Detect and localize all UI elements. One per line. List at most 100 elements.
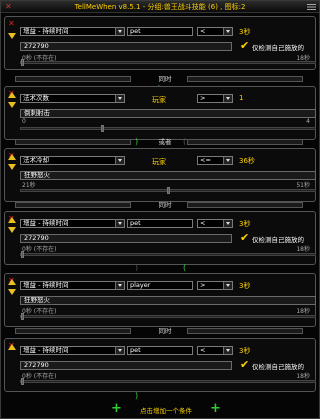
operator-dropdown[interactable]: <=: [197, 156, 233, 165]
condition-type-label: 增益 - 持续时间: [23, 27, 69, 35]
condition-type-dropdown[interactable]: 法术次数: [20, 94, 125, 103]
spell-name-field[interactable]: 狂野怒火: [20, 296, 316, 305]
close-paren[interactable]: ): [135, 137, 138, 147]
unit-input[interactable]: pet: [127, 219, 193, 228]
condition-row: ✕ 法术次数 玩家 > 1 倒刺射击 0 4: [4, 86, 316, 140]
operator-dropdown[interactable]: <: [197, 27, 233, 36]
checkmark-icon[interactable]: ✔: [240, 232, 249, 243]
slider-min-label: 21秒: [22, 182, 36, 189]
value-slider[interactable]: [20, 59, 316, 66]
condition-type-dropdown[interactable]: 法术冷却: [20, 156, 125, 165]
condition-type-dropdown[interactable]: 增益 - 持续时间: [20, 281, 125, 290]
operator-dropdown[interactable]: <: [197, 346, 233, 355]
conjunction-label: 同时: [158, 201, 172, 209]
condition-row: ✕ 增益 - 持续时间 pet < 3秒 272790 ✔ 仅检测自己施放的 0…: [4, 211, 316, 265]
value-slider[interactable]: [20, 125, 316, 132]
title-bar[interactable]: ✕ TellMeWhen v8.5.1 - 分组:兽王战斗技能 (6) , 图标…: [1, 1, 319, 13]
chevron-down-icon: [223, 347, 232, 354]
plus-icon[interactable]: +: [111, 402, 122, 415]
close-paren-disabled[interactable]: ): [135, 263, 138, 273]
conjunction-and[interactable]: ) (: [15, 263, 303, 273]
condition-row: ✕ 增益 - 持续时间 pet < 3秒 272790 ✔ 仅检测自己施放的 0…: [4, 16, 316, 70]
move-down-icon[interactable]: [8, 102, 16, 108]
condition-row: ✕ 法术冷却 玩家 <= 36秒 狂野怒火 21秒 51秒: [4, 148, 316, 202]
value-slider[interactable]: [20, 313, 316, 320]
slider-thumb[interactable]: [21, 378, 24, 385]
unit-label: 玩家: [152, 158, 166, 166]
slider-max-label: 18秒: [296, 373, 310, 380]
conjunction-and[interactable]: 同时: [15, 326, 303, 336]
move-up-icon[interactable]: [8, 217, 16, 223]
slider-thumb[interactable]: [21, 313, 24, 320]
slider-min-label: 0: [22, 118, 26, 125]
delete-condition-icon[interactable]: ✕: [8, 20, 15, 28]
slider-thumb[interactable]: [167, 187, 170, 194]
slider-max-label: 51秒: [296, 182, 310, 189]
operator-label: >: [200, 94, 206, 102]
checkmark-icon[interactable]: ✔: [240, 359, 249, 370]
slider-thumb[interactable]: [21, 251, 24, 258]
chevron-down-icon: [115, 95, 124, 102]
conjunction-and[interactable]: 同时: [15, 200, 303, 210]
move-up-icon[interactable]: [8, 154, 16, 160]
condition-type-dropdown[interactable]: 增益 - 持续时间: [20, 27, 125, 36]
move-down-icon[interactable]: [8, 289, 16, 295]
chevron-down-icon: [223, 220, 232, 227]
move-down-icon[interactable]: [8, 227, 16, 233]
resize-grip-icon[interactable]: [307, 3, 316, 11]
operator-dropdown[interactable]: <: [197, 219, 233, 228]
conjunction-label: 或者: [158, 138, 172, 146]
slider-thumb[interactable]: [21, 59, 24, 66]
spell-id-field[interactable]: 272790: [20, 234, 232, 243]
move-down-icon[interactable]: [8, 33, 16, 39]
close-paren[interactable]: ): [135, 391, 138, 401]
condition-value: 36秒: [239, 157, 255, 165]
operator-label: <: [200, 346, 206, 354]
open-paren[interactable]: (: [183, 263, 186, 273]
condition-type-dropdown[interactable]: 增益 - 持续时间: [20, 346, 125, 355]
spell-name-field[interactable]: 倒刺射击: [20, 109, 316, 118]
chevron-down-icon: [115, 157, 124, 164]
spell-id-field[interactable]: 272790: [20, 361, 232, 370]
checkmark-icon[interactable]: ✔: [240, 40, 249, 51]
value-slider[interactable]: [20, 378, 316, 385]
slider-max-label: 18秒: [296, 308, 310, 315]
only-own-casts-label: 仅检测自己施放的: [252, 363, 304, 371]
unit-input[interactable]: pet: [127, 346, 193, 355]
spell-name-field[interactable]: 狂野怒火: [20, 171, 316, 180]
condition-type-label: 法术次数: [23, 94, 49, 102]
move-up-icon[interactable]: [8, 344, 16, 350]
condition-type-label: 增益 - 持续时间: [23, 281, 69, 289]
condition-type-dropdown[interactable]: 增益 - 持续时间: [20, 219, 125, 228]
unit-input[interactable]: pet: [127, 27, 193, 36]
condition-row: ✕ 增益 - 持续时间 pet < 3秒 272790 ✔ 仅检测自己施放的 0…: [4, 338, 316, 392]
slider-max-label: 4: [306, 118, 310, 125]
value-slider[interactable]: [20, 251, 316, 258]
add-condition-label: 点击增加一个条件: [140, 407, 192, 415]
conjunction-or[interactable]: ) 或者 (: [15, 137, 303, 147]
add-condition-button[interactable]: + 点击增加一个条件 +: [111, 402, 221, 415]
closing-paren-row: ): [15, 391, 303, 401]
slider-min-label: 0秒 (不存在): [22, 246, 57, 253]
operator-dropdown[interactable]: >: [197, 281, 233, 290]
operator-label: <: [200, 219, 206, 227]
conjunction-label: 同时: [158, 75, 172, 83]
conjunction-and[interactable]: 同时: [15, 74, 303, 84]
slider-min-label: 0秒 (不存在): [22, 373, 57, 380]
plus-icon[interactable]: +: [210, 402, 221, 415]
chevron-down-icon: [223, 282, 232, 289]
value-slider[interactable]: [20, 187, 316, 194]
condition-value: 3秒: [239, 282, 251, 290]
open-paren-disabled[interactable]: (: [183, 137, 186, 147]
slider-thumb[interactable]: [101, 125, 104, 132]
chevron-down-icon: [115, 28, 124, 35]
move-up-icon[interactable]: [8, 92, 16, 98]
chevron-down-icon: [223, 95, 232, 102]
operator-dropdown[interactable]: >: [197, 94, 233, 103]
slider-min-label: 0秒 (不存在): [22, 308, 57, 315]
move-up-icon[interactable]: [8, 279, 16, 285]
unit-input[interactable]: player: [127, 281, 193, 290]
window-title: TellMeWhen v8.5.1 - 分组:兽王战斗技能 (6) , 图标:2: [74, 3, 246, 11]
spell-id-field[interactable]: 272790: [20, 42, 232, 51]
move-down-icon[interactable]: [8, 164, 16, 170]
